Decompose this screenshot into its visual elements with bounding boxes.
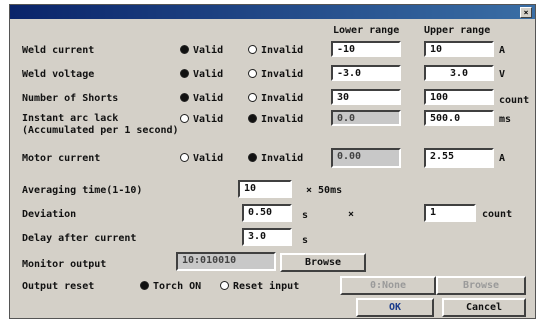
number-of-shorts-lower-input[interactable]: 30 [331, 89, 401, 105]
monitor-output-label: Monitor output [22, 259, 107, 270]
weld-current-label: Weld current [22, 45, 95, 56]
radio-indicator [248, 93, 257, 102]
radio-indicator [248, 153, 257, 162]
radio-indicator [180, 45, 189, 54]
reset-input-none-field: 0:None [340, 276, 436, 295]
deviation-count-unit: count [482, 209, 513, 220]
lower-range-header: Lower range [333, 25, 400, 36]
cancel-button[interactable]: Cancel [442, 298, 526, 317]
deviation-unit: s [302, 210, 309, 221]
close-button[interactable]: × [520, 7, 532, 18]
radio-indicator [248, 45, 257, 54]
radio-label: Valid [193, 93, 224, 104]
radio-indicator [220, 281, 229, 290]
radio-label: Valid [193, 153, 224, 164]
radio-indicator [248, 69, 257, 78]
instant-arc-lack-upper-input[interactable]: 500.0 [424, 110, 494, 126]
instant-arc-lack-unit: ms [499, 114, 512, 125]
number-of-shorts-upper-input[interactable]: 100 [424, 89, 494, 105]
weld-voltage-unit: V [499, 69, 506, 80]
averaging-time-label: Averaging time(1-10) [22, 185, 143, 196]
number-of-shorts-invalid-radio[interactable]: Invalid [248, 93, 303, 104]
number-of-shorts-unit: count [499, 95, 530, 106]
motor-current-upper-input[interactable]: 2.55 [424, 148, 494, 168]
motor-current-lower-input: 0.00 [331, 148, 401, 168]
radio-label: Valid [193, 69, 224, 80]
deviation-input[interactable]: 0.50 [242, 204, 292, 222]
ok-button[interactable]: OK [356, 298, 434, 317]
motor-current-label: Motor current [22, 153, 101, 164]
instant-arc-lack-label: Instant arc lack [22, 113, 119, 124]
output-reset-label: Output reset [22, 281, 95, 292]
deviation-count-input[interactable]: 1 [424, 204, 476, 222]
averaging-time-input[interactable]: 10 [238, 180, 292, 198]
radio-label: Invalid [261, 45, 304, 56]
instant-arc-lack-valid-radio[interactable]: Valid [180, 114, 223, 125]
instant-arc-lack-sublabel: (Accumulated per 1 second) [22, 125, 179, 136]
motor-current-unit: A [499, 153, 506, 164]
weld-current-unit: A [499, 45, 506, 56]
radio-indicator [140, 281, 149, 290]
averaging-time-unit: × 50ms [306, 185, 343, 196]
radio-indicator [248, 114, 257, 123]
title-bar: × [10, 5, 535, 19]
delay-after-current-input[interactable]: 3.0 [242, 228, 292, 246]
weld-voltage-valid-radio[interactable]: Valid [180, 69, 223, 80]
weld-current-invalid-radio[interactable]: Invalid [248, 45, 303, 56]
radio-label: Valid [193, 114, 224, 125]
radio-label: Valid [193, 45, 224, 56]
reset-browse-button: Browse [436, 276, 526, 295]
delay-after-current-unit: s [302, 235, 309, 246]
monitor-output-field: 10:010010 [176, 252, 276, 271]
instant-arc-lack-invalid-radio[interactable]: Invalid [248, 114, 303, 125]
number-of-shorts-label: Number of Shorts [22, 93, 119, 104]
instant-arc-lack-lower-input: 0.0 [331, 110, 401, 126]
radio-label: Torch ON [153, 281, 202, 292]
weld-voltage-lower-input[interactable]: -3.0 [331, 65, 401, 81]
upper-range-header: Upper range [424, 25, 491, 36]
weld-current-lower-input[interactable]: -10 [331, 41, 401, 57]
radio-label: Invalid [261, 93, 304, 104]
deviation-times-symbol: × [348, 209, 355, 220]
radio-label: Invalid [261, 114, 304, 125]
weld-voltage-upper-input[interactable]: 3.0 [424, 65, 494, 81]
motor-current-invalid-radio[interactable]: Invalid [248, 153, 303, 164]
monitor-browse-button[interactable]: Browse [280, 253, 366, 272]
radio-indicator [180, 69, 189, 78]
radio-label: Reset input [233, 281, 300, 292]
close-icon: × [523, 8, 529, 17]
delay-after-current-label: Delay after current [22, 233, 137, 244]
number-of-shorts-valid-radio[interactable]: Valid [180, 93, 223, 104]
weld-voltage-label: Weld voltage [22, 69, 95, 80]
radio-label: Invalid [261, 69, 304, 80]
weld-voltage-invalid-radio[interactable]: Invalid [248, 69, 303, 80]
weld-current-valid-radio[interactable]: Valid [180, 45, 223, 56]
motor-current-valid-radio[interactable]: Valid [180, 153, 223, 164]
radio-indicator [180, 93, 189, 102]
settings-dialog: × Lower range Upper range Weld current V… [9, 4, 536, 319]
radio-indicator [180, 114, 189, 123]
deviation-label: Deviation [22, 209, 77, 220]
reset-input-radio[interactable]: Reset input [220, 281, 299, 292]
radio-label: Invalid [261, 153, 304, 164]
torch-on-radio[interactable]: Torch ON [140, 281, 201, 292]
weld-current-upper-input[interactable]: 10 [424, 41, 494, 57]
radio-indicator [180, 153, 189, 162]
